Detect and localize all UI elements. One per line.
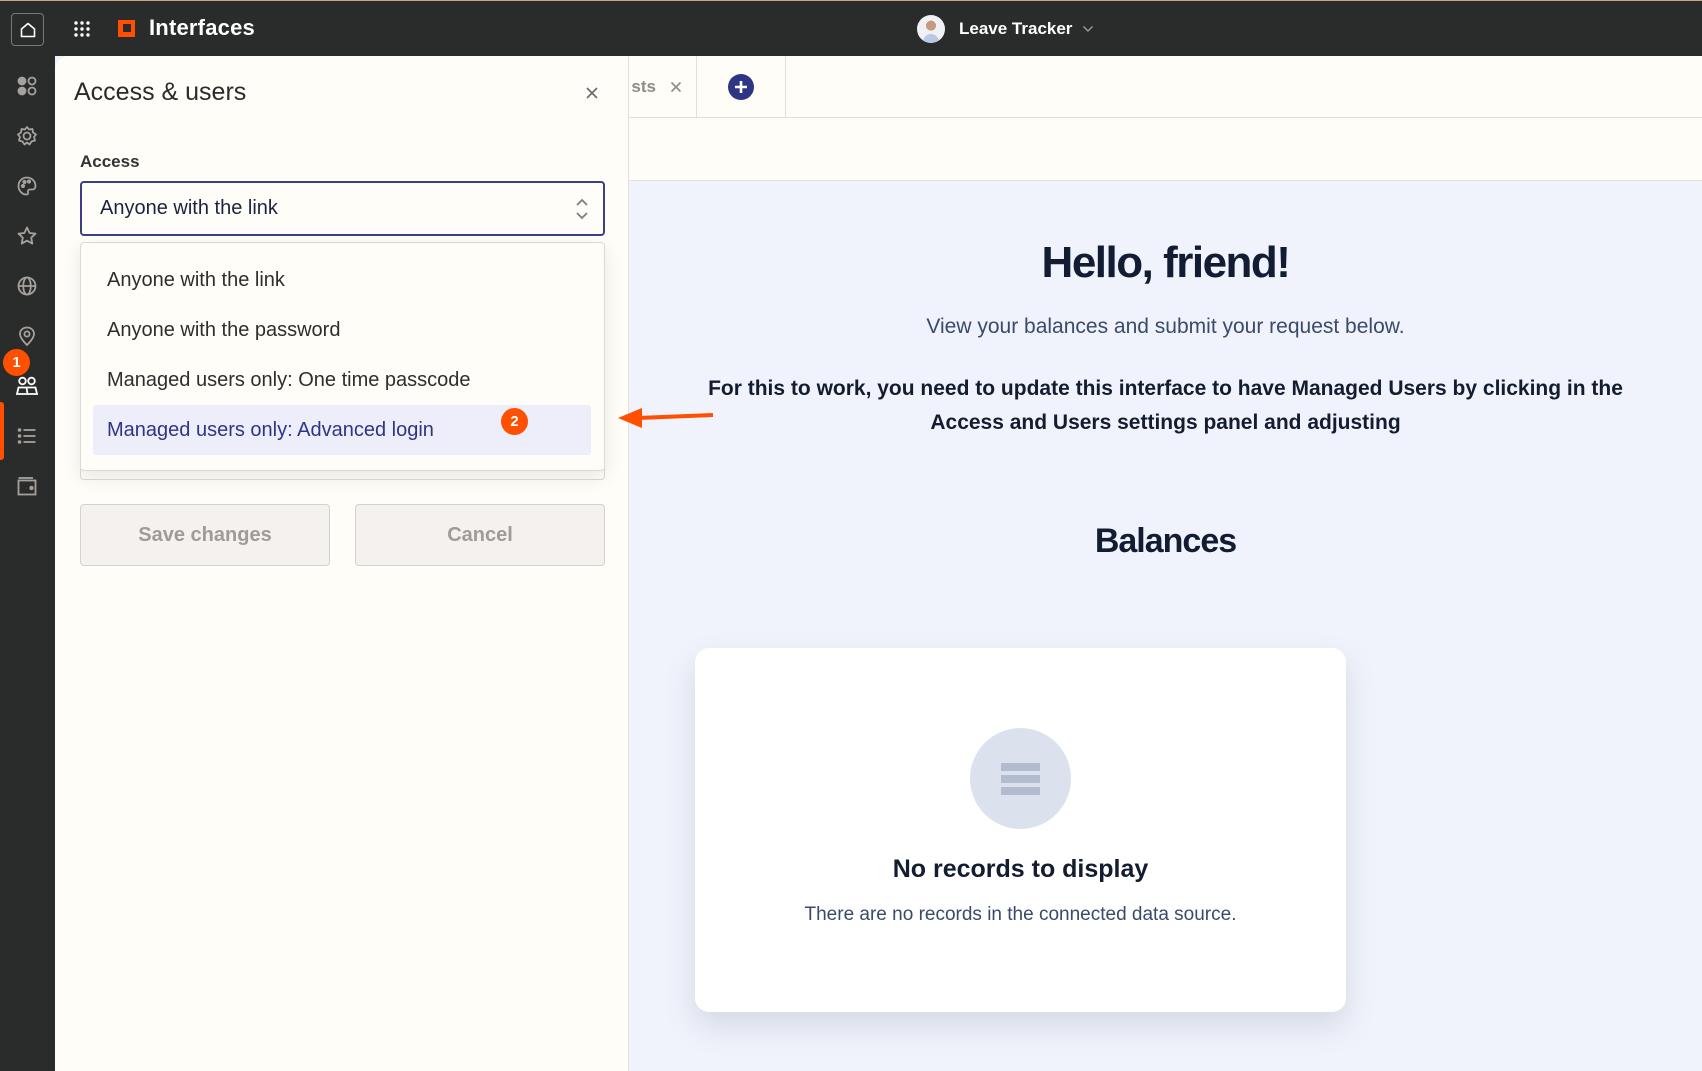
option-managed-otp[interactable]: Managed users only: One time passcode: [93, 355, 591, 405]
apps-menu-button[interactable]: [70, 17, 94, 41]
rail-item-list[interactable]: [13, 422, 41, 450]
rail-item-settings[interactable]: [13, 122, 41, 150]
avatar: [917, 15, 945, 43]
empty-state-subtitle: There are no records in the connected da…: [804, 904, 1237, 925]
palette-icon: [17, 176, 37, 196]
app-name: Leave Tracker: [959, 19, 1073, 38]
rail-item-domains[interactable]: [13, 272, 41, 300]
page-heading: Hello, friend!: [1041, 238, 1291, 287]
access-users-panel: Access & users Access Anyone with the li…: [55, 56, 629, 1071]
home-button[interactable]: [11, 13, 44, 46]
balances-table-card: No records to display There are no recor…: [695, 648, 1346, 1012]
access-options-dropdown: Anyone with the link Anyone with the pas…: [80, 242, 605, 480]
step-2-badge: 2: [501, 408, 528, 435]
brand[interactable]: Interfaces: [118, 15, 255, 41]
list-icon: [17, 428, 36, 444]
chevron-down-icon: [1083, 26, 1094, 32]
balances-heading: Balances: [1094, 522, 1237, 560]
top-bar: Interfaces Leave Tracker: [0, 0, 1702, 56]
access-select-value: Anyone with the link: [100, 197, 278, 219]
rail-item-location[interactable]: [13, 322, 41, 350]
interface-preview: Hello, friend! View your balances and su…: [629, 182, 1702, 1071]
rail-item-billing[interactable]: [13, 472, 41, 500]
home-icon: [20, 22, 35, 37]
brand-logo-icon: [118, 19, 135, 37]
option-anyone-with-link[interactable]: Anyone with the link: [93, 255, 591, 305]
cancel-button[interactable]: Cancel: [355, 504, 605, 566]
empty-table-icon: [970, 728, 1071, 829]
brand-name: Interfaces: [149, 15, 255, 40]
components-icon: [17, 76, 37, 96]
page-intro: View your balances and submit your reque…: [926, 315, 1405, 338]
panel-title: Access & users: [74, 78, 247, 106]
rail-item-favorites[interactable]: [13, 222, 41, 250]
save-changes-button[interactable]: Save changes: [80, 504, 330, 566]
location-pin-icon: [19, 326, 35, 347]
close-icon: [586, 87, 598, 99]
rail-item-access-users[interactable]: [13, 372, 41, 400]
users-icon: [15, 376, 39, 395]
grid-icon: [74, 21, 90, 37]
page-tab-bar: sts: [629, 56, 1702, 118]
settings-icon: [17, 126, 37, 146]
star-icon: [17, 226, 37, 245]
chevron-updown-icon: [576, 198, 588, 220]
app-switcher[interactable]: Leave Tracker: [917, 15, 1094, 43]
empty-state-title: No records to display: [892, 855, 1149, 883]
access-label: Access: [80, 152, 140, 171]
rail-item-theme[interactable]: [13, 172, 41, 200]
wallet-icon: [17, 477, 37, 496]
instruction-note: For this to work, you need to update thi…: [708, 377, 1623, 434]
annotation-arrow-icon: [618, 408, 714, 428]
option-anyone-with-password[interactable]: Anyone with the password: [93, 305, 591, 355]
tab-page[interactable]: sts: [629, 56, 697, 118]
page-sub-bar: [629, 118, 1702, 181]
close-tab-icon[interactable]: [670, 81, 682, 93]
close-panel-button[interactable]: [579, 80, 605, 106]
step-1-badge: 1: [3, 349, 30, 376]
plus-circle-icon: [728, 74, 754, 100]
tab-label: sts: [631, 77, 656, 96]
rail-item-components[interactable]: [13, 72, 41, 100]
access-select[interactable]: Anyone with the link: [80, 181, 605, 236]
globe-icon: [17, 276, 37, 296]
left-rail: 1: [0, 56, 55, 1071]
add-page-button[interactable]: [697, 56, 786, 118]
active-indicator: [0, 402, 4, 460]
